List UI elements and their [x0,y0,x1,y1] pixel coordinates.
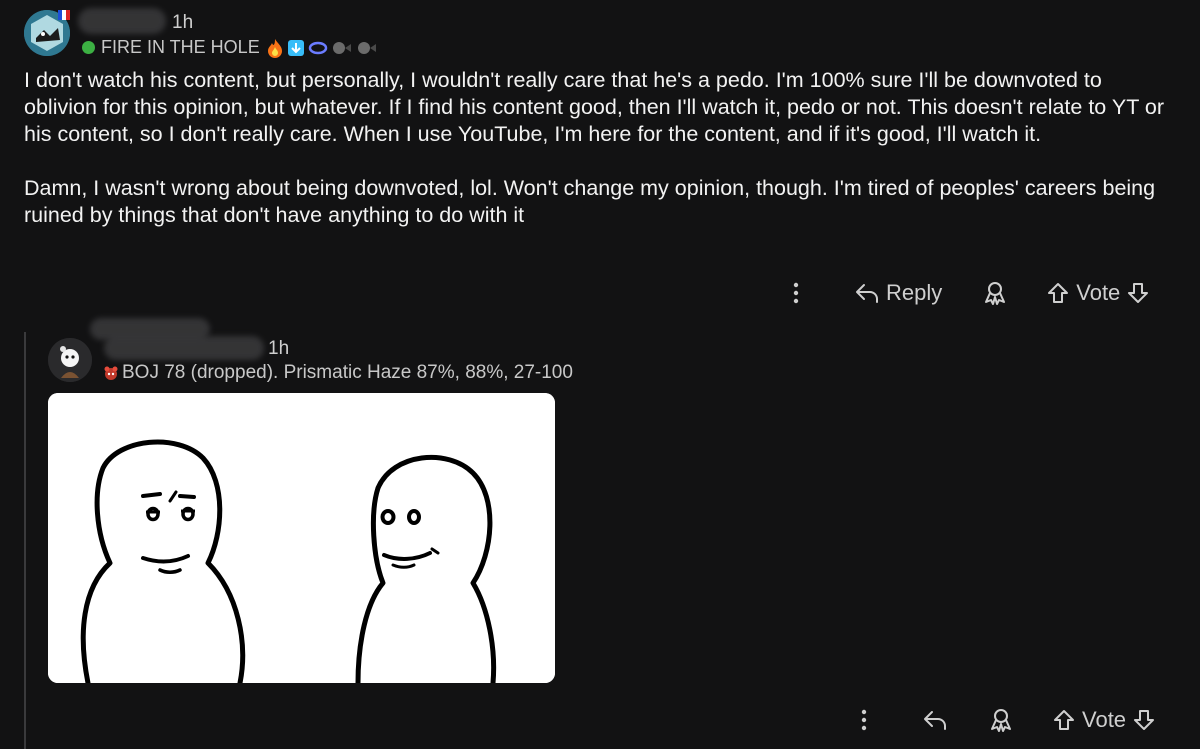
speaker-icon [357,41,376,54]
user-avatar[interactable] [48,338,92,382]
reply-arrow-icon [856,284,878,303]
comment-paragraph: Damn, I wasn't wrong about being downvot… [24,176,1156,227]
flair-emoji-icons [266,38,378,58]
flair-emoji-icon [104,366,118,380]
award-button[interactable] [982,280,1008,306]
more-vertical-icon [793,282,799,304]
user-flair: BOJ 78 (dropped). Prismatic Haze 87%, 88… [102,362,573,384]
reply-arrow-icon [924,711,946,730]
comment-body: I don't watch his content, but personall… [24,67,1174,229]
award-button[interactable] [988,707,1014,733]
downvote-arrow-icon[interactable] [1132,708,1156,732]
vote-control: Vote [1046,280,1150,306]
vote-control: Vote [1052,707,1156,733]
user-flair: FIRE IN THE HOLE [82,37,378,58]
award-icon [985,282,1006,305]
more-options-button[interactable] [784,282,808,304]
meme-illustration [48,393,555,683]
upvote-arrow-icon[interactable] [1052,708,1076,732]
comment-actions: Reply Vote [784,278,1150,308]
flag-icon [58,10,70,20]
downvote-arrow-icon[interactable] [1126,281,1150,305]
comment-actions: Vote [852,705,1156,735]
upvote-arrow-icon[interactable] [1046,281,1070,305]
flair-text: FIRE IN THE HOLE [101,37,260,57]
award-icon [991,709,1011,732]
arrow-box-icon [287,39,304,56]
username-redacted[interactable] [78,8,166,34]
thread-line[interactable] [24,332,26,749]
comment-image[interactable] [48,393,555,683]
vote-label: Vote [1076,280,1121,305]
online-status-icon [82,41,95,54]
more-vertical-icon [861,709,867,731]
reply-button[interactable]: Reply [854,280,942,306]
reply-label: Reply [886,280,943,305]
more-options-button[interactable] [852,709,876,731]
comment-time: 1h [172,12,194,33]
comment-time: 1h [268,338,290,359]
ring-icon [308,41,327,54]
comment-paragraph: I don't watch his content, but personall… [24,68,1165,146]
vote-label: Vote [1082,707,1127,732]
reply-button[interactable] [922,709,948,731]
speaker-icon [332,41,351,54]
avatar-image [48,338,92,382]
fire-icon [267,38,282,58]
flair-text: BOJ 78 (dropped). Prismatic Haze 87%, 88… [122,362,573,383]
username-redacted[interactable] [104,336,264,360]
